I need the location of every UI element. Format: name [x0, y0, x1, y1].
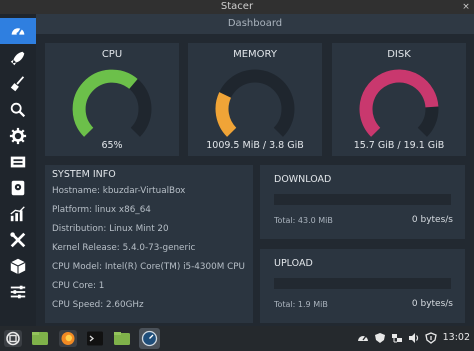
search-icon [10, 102, 26, 118]
broom-icon [10, 76, 25, 92]
rocket-icon [10, 51, 25, 66]
sidebar-item-dashboard[interactable] [0, 18, 36, 44]
stacer-icon[interactable] [139, 328, 160, 349]
download-bar [274, 194, 451, 205]
dashboard-content: CPU 65% MEMORY 1009.5 MiB / 3.8 GiB DISK… [36, 34, 474, 326]
memory-gauge-value: 1009.5 MiB / 3.8 GiB [206, 140, 304, 151]
disk-gauge-value: 15.7 GiB / 19.1 GiB [353, 140, 445, 151]
memory-gauge [215, 69, 295, 137]
upload-title: UPLOAD [274, 258, 313, 269]
sidebar-item-system-cleaner[interactable] [0, 45, 36, 71]
system-info-panel: SYSTEM INFO Hostname: kbuzdar-VirtualBox… [45, 165, 253, 323]
shield-icon[interactable] [374, 332, 386, 344]
cpu-gauge-title: CPU [101, 49, 123, 60]
disk-gauge [359, 69, 439, 137]
gear-icon [9, 127, 27, 145]
memory-gauge-panel: MEMORY 1009.5 MiB / 3.8 GiB [188, 43, 322, 156]
sidebar-item-processes[interactable] [0, 149, 36, 175]
tools-icon [10, 232, 26, 248]
disk-icon [11, 180, 25, 196]
system-info-cpu-core: CPU Core: 1 [52, 281, 105, 291]
sidebar-item-apt-repository[interactable] [0, 253, 36, 279]
window-titlebar: Stacer × [0, 0, 474, 14]
download-title: DOWNLOAD [274, 174, 332, 185]
cpu-gauge-value: 65% [101, 140, 123, 151]
upload-total: Total: 1.9 MiB [274, 300, 328, 309]
cpu-gauge [72, 69, 152, 137]
package-icon [10, 258, 26, 275]
system-info-hostname: Hostname: kbuzdar-VirtualBox [52, 186, 186, 196]
processor-icon [10, 156, 26, 168]
cpu-gauge-panel: CPU 65% [45, 43, 179, 156]
upload-bar [274, 278, 451, 289]
upload-panel: UPLOAD Total: 1.9 MiB 0 bytes/s [260, 249, 465, 323]
firefox-icon[interactable] [59, 330, 77, 347]
disk-gauge-panel: DISK 15.7 GiB / 19.1 GiB [332, 43, 466, 156]
clock[interactable]: 13:02 [443, 332, 470, 343]
system-info-platform: Platform: linux x86_64 [52, 205, 151, 215]
updates-icon[interactable] [425, 332, 437, 344]
files-icon[interactable] [31, 330, 49, 347]
chart-icon [10, 206, 25, 222]
system-info-distribution: Distribution: Linux Mint 20 [52, 224, 169, 234]
mint-menu-icon[interactable] [4, 330, 22, 347]
sidebar-item-helpers[interactable] [0, 227, 36, 253]
sidebar-item-startup-apps[interactable] [0, 71, 36, 97]
network-icon[interactable] [391, 332, 403, 344]
system-info-title: SYSTEM INFO [52, 169, 116, 180]
taskbar: 13:02 [0, 326, 474, 351]
system-info-cpu-speed: CPU Speed: 2.60GHz [52, 300, 144, 310]
close-button[interactable]: × [461, 2, 471, 12]
page-header: Dashboard [36, 14, 474, 34]
speedometer-icon [11, 27, 25, 36]
sidebar [0, 14, 36, 326]
system-info-cpu-model: CPU Model: Intel(R) Core(TM) i5-4300M CP… [52, 262, 245, 272]
volume-icon[interactable] [408, 332, 420, 344]
download-panel: DOWNLOAD Total: 43.0 MiB 0 bytes/s [260, 165, 465, 239]
stacer-tray-icon[interactable] [357, 332, 369, 344]
page-title: Dashboard [227, 18, 283, 29]
memory-gauge-fill [215, 92, 237, 137]
sidebar-item-gnome-settings[interactable] [0, 279, 36, 305]
sliders-icon [10, 285, 26, 299]
cpu-gauge-fill [72, 69, 138, 137]
system-info-kernel: Kernel Release: 5.4.0-73-generic [52, 243, 196, 253]
window-title: Stacer [220, 1, 254, 12]
sidebar-item-uninstaller[interactable] [0, 175, 36, 201]
disk-gauge-title: DISK [387, 49, 411, 60]
folder-icon[interactable] [113, 330, 131, 347]
sidebar-item-resources[interactable] [0, 201, 36, 227]
memory-gauge-title: MEMORY [233, 49, 277, 60]
download-speed: 0 bytes/s [411, 215, 453, 225]
sidebar-item-services[interactable] [0, 123, 36, 149]
sidebar-item-search[interactable] [0, 97, 36, 123]
terminal-icon[interactable] [86, 330, 104, 347]
download-total: Total: 43.0 MiB [274, 216, 333, 225]
upload-speed: 0 bytes/s [411, 299, 453, 309]
